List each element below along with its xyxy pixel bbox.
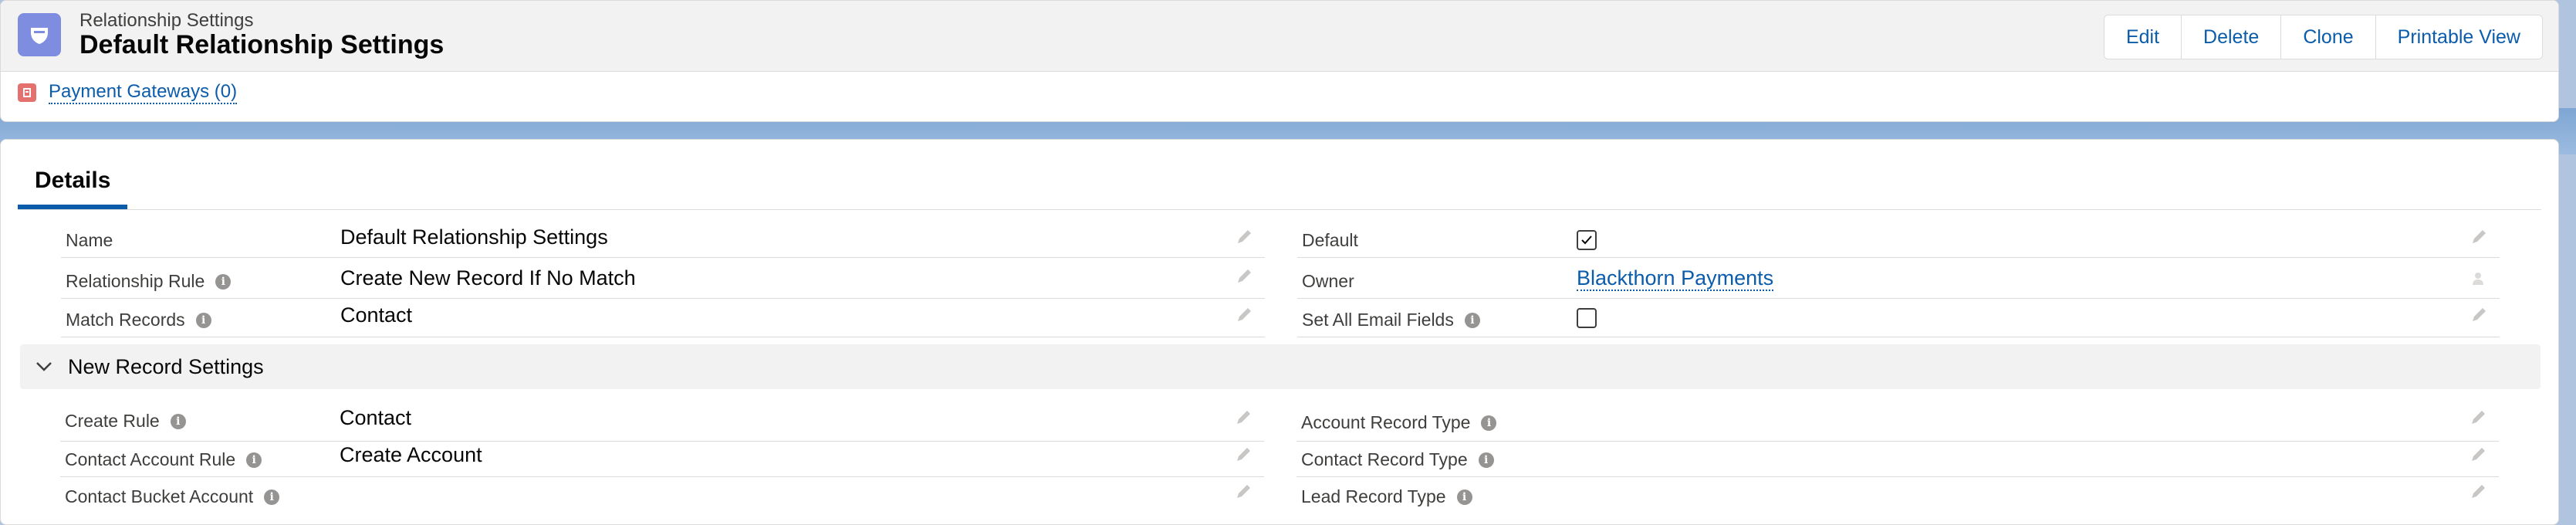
info-icon[interactable]: i xyxy=(195,312,211,328)
page-title: Default Relationship Settings xyxy=(79,30,445,59)
tab-details[interactable]: Details xyxy=(18,168,128,209)
edit-pencil-icon[interactable] xyxy=(1234,227,1254,247)
info-icon[interactable]: i xyxy=(264,489,280,505)
field-lead-record-type: Lead Record Type i xyxy=(1296,479,2499,514)
field-default: Default xyxy=(1297,219,2500,258)
label-text: Contact Record Type xyxy=(1301,449,1468,469)
set-all-email-checkbox[interactable] xyxy=(1577,308,1597,328)
section-title: New Record Settings xyxy=(68,354,264,378)
field-value: Create New Record If No Match xyxy=(340,266,636,290)
section-new-record-settings[interactable]: New Record Settings xyxy=(20,344,2541,389)
field-owner: Owner Blackthorn Payments xyxy=(1297,260,2500,299)
field-label: Relationship Rule i xyxy=(66,271,232,292)
info-icon[interactable]: i xyxy=(1478,452,1494,468)
label-text: Lead Record Type xyxy=(1301,486,1446,506)
field-value: Contact xyxy=(340,406,412,429)
label-text: Account Record Type xyxy=(1301,412,1471,432)
field-label: Lead Record Type i xyxy=(1301,486,1472,507)
field-match-records: Match Records i Contact xyxy=(61,299,1265,337)
field-account-record-type: Account Record Type i xyxy=(1296,403,2499,442)
owner-link[interactable]: Blackthorn Payments xyxy=(1577,266,1774,291)
tab-bar: Details xyxy=(18,140,2541,210)
clone-button[interactable]: Clone xyxy=(2281,15,2376,59)
edit-pencil-icon[interactable] xyxy=(1233,445,1253,465)
field-label: Set All Email Fields i xyxy=(1302,310,1480,330)
object-type-label: Relationship Settings xyxy=(79,10,254,31)
field-contact-account-rule: Contact Account Rule i Create Account xyxy=(60,442,1264,477)
delete-button[interactable]: Delete xyxy=(2182,15,2282,59)
field-contact-bucket-account: Contact Bucket Account i xyxy=(60,479,1264,514)
field-label: Create Rule i xyxy=(65,411,186,432)
related-list-quicklinks: Payment Gateways (0) xyxy=(18,81,238,104)
edit-pencil-icon[interactable] xyxy=(1234,266,1254,286)
printable-view-button[interactable]: Printable View xyxy=(2375,15,2542,59)
label-text: Contact Bucket Account xyxy=(65,486,254,506)
info-icon[interactable]: i xyxy=(1464,312,1480,328)
field-relationship-rule: Relationship Rule i Create New Record If … xyxy=(61,260,1265,299)
field-label: Name xyxy=(66,230,113,250)
field-value: Contact xyxy=(340,303,413,327)
edit-pencil-icon[interactable] xyxy=(2468,408,2488,428)
edit-pencil-icon[interactable] xyxy=(1234,305,1254,325)
default-checkbox[interactable] xyxy=(1577,230,1597,250)
header-highlights: Relationship Settings Default Relationsh… xyxy=(1,1,2558,72)
relationship-settings-icon xyxy=(18,13,61,56)
field-label: Match Records i xyxy=(66,310,211,330)
edit-pencil-icon[interactable] xyxy=(2468,445,2488,465)
field-create-rule: Create Rule i Contact xyxy=(60,403,1264,442)
label-text: Contact Account Rule xyxy=(65,449,236,469)
payment-gateways-link[interactable]: Payment Gateways (0) xyxy=(49,81,238,104)
label-text: Set All Email Fields xyxy=(1302,310,1454,330)
info-icon[interactable]: i xyxy=(215,273,232,290)
edit-pencil-icon[interactable] xyxy=(2468,482,2488,502)
field-label: Owner xyxy=(1302,271,1354,291)
edit-button[interactable]: Edit xyxy=(2104,15,2182,59)
field-label: Account Record Type i xyxy=(1301,412,1497,433)
record-header: Relationship Settings Default Relationsh… xyxy=(0,0,2559,122)
label-text: Relationship Rule xyxy=(66,271,205,291)
edit-pencil-icon[interactable] xyxy=(1233,482,1253,502)
action-button-group: Edit Delete Clone Printable View xyxy=(2103,15,2543,59)
field-name: Name Default Relationship Settings xyxy=(61,219,1265,258)
field-value: Default Relationship Settings xyxy=(340,225,608,249)
field-label: Contact Record Type i xyxy=(1301,449,1494,470)
edit-pencil-icon[interactable] xyxy=(2469,305,2489,325)
field-label: Contact Account Rule i xyxy=(65,449,262,470)
edit-pencil-icon[interactable] xyxy=(2469,227,2489,247)
field-label: Contact Bucket Account i xyxy=(65,486,280,507)
field-set-all-email: Set All Email Fields i xyxy=(1297,299,2500,337)
info-icon[interactable]: i xyxy=(1456,489,1472,505)
edit-pencil-icon[interactable] xyxy=(1233,408,1253,428)
payment-gateway-icon xyxy=(18,83,36,102)
field-contact-record-type: Contact Record Type i xyxy=(1296,442,2499,477)
chevron-down-icon xyxy=(36,362,52,371)
change-owner-icon[interactable] xyxy=(2469,268,2489,288)
info-icon[interactable]: i xyxy=(246,452,262,468)
label-text: Create Rule xyxy=(65,411,160,431)
field-label: Default xyxy=(1302,230,1358,250)
info-icon[interactable]: i xyxy=(170,413,186,429)
info-icon[interactable]: i xyxy=(1481,415,1497,431)
label-text: Match Records xyxy=(66,310,185,330)
field-value: Create Account xyxy=(340,443,482,466)
